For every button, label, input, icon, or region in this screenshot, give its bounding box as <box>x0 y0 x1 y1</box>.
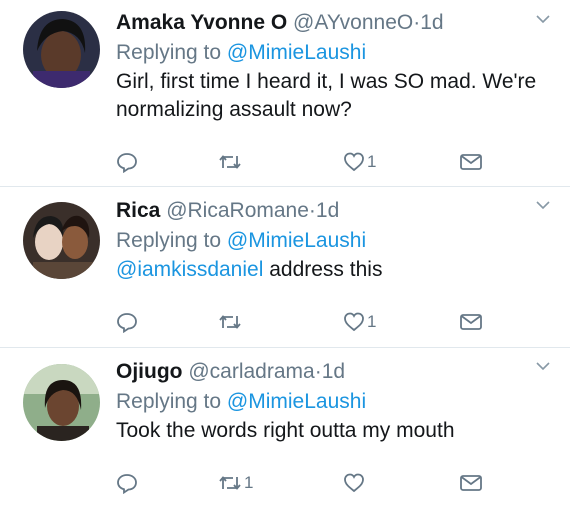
tweet-text: Took the words right outta my mouth <box>116 419 455 442</box>
tweet-header: Ojiugo @carladrama·1d <box>116 359 550 385</box>
like-count: 1 <box>367 152 377 171</box>
direct-message-icon <box>460 154 482 170</box>
tweet-actions: 1 <box>116 150 496 174</box>
avatar[interactable] <box>23 364 100 441</box>
retweet-button[interactable] <box>218 150 244 174</box>
reply-button[interactable] <box>116 310 138 334</box>
direct-message-icon <box>460 314 482 330</box>
tweet-actions: 1 <box>116 310 496 334</box>
retweet-button[interactable] <box>218 310 244 334</box>
tweet-time[interactable]: 1d <box>322 360 345 383</box>
reply-button[interactable] <box>116 471 138 495</box>
display-name[interactable]: Amaka Yvonne O <box>116 11 287 34</box>
reply-icon <box>117 474 137 494</box>
tweet[interactable]: Ojiugo @carladrama·1d Replying to @Mimie… <box>0 347 570 506</box>
replying-to-label: Replying to <box>116 390 222 413</box>
retweet-icon <box>219 315 241 329</box>
direct-message-button[interactable] <box>459 150 483 174</box>
avatar[interactable] <box>23 11 100 88</box>
like-icon <box>344 312 364 332</box>
tweet[interactable]: Amaka Yvonne O @AYvonneO·1d Replying to … <box>0 0 570 187</box>
like-button[interactable] <box>343 471 367 495</box>
direct-message-icon <box>460 475 482 491</box>
retweet-icon <box>219 476 241 490</box>
separator-dot: · <box>308 199 316 222</box>
tweet-header: Rica @RicaRomane·1d <box>116 198 550 224</box>
user-handle[interactable]: @carladrama <box>188 360 314 383</box>
reply-icon <box>117 313 137 333</box>
display-name[interactable]: Ojiugo <box>116 360 183 383</box>
reply-button[interactable] <box>116 150 138 174</box>
tweet[interactable]: Rica @RicaRomane·1d Replying to @MimieLa… <box>0 186 570 348</box>
replying-to-label: Replying to <box>116 229 222 252</box>
reply-feed: Amaka Yvonne O @AYvonneO·1d Replying to … <box>0 0 570 506</box>
retweet-count: 1 <box>244 473 254 492</box>
reply-icon <box>117 153 137 173</box>
tweet-text: address this <box>269 258 383 281</box>
tweet-time[interactable]: 1d <box>316 199 339 222</box>
display-name[interactable]: Rica <box>116 199 160 222</box>
tweet-text: Girl, first time I heard it, I was SO ma… <box>116 70 537 121</box>
replying-to-label: Replying to <box>116 41 222 64</box>
retweet-button[interactable]: 1 <box>218 471 253 495</box>
like-count: 1 <box>367 312 377 331</box>
replying-to-mention[interactable]: @MimieLaushi <box>227 41 366 64</box>
like-button[interactable]: 1 <box>343 150 376 174</box>
replying-to-mention[interactable]: @MimieLaushi <box>227 229 366 252</box>
avatar[interactable] <box>23 202 100 279</box>
tweet-time[interactable]: 1d <box>420 11 443 34</box>
retweet-icon <box>219 155 241 169</box>
tweet-text-line: @iamkissdaniel address this <box>116 256 550 284</box>
user-handle[interactable]: @AYvonneO <box>293 11 413 34</box>
user-handle[interactable]: @RicaRomane <box>166 199 309 222</box>
like-icon <box>344 152 364 172</box>
replying-to-line: Replying to @MimieLaushi <box>116 228 550 254</box>
like-button[interactable]: 1 <box>343 310 376 334</box>
replying-to-line: Replying to @MimieLaushi <box>116 40 550 66</box>
tweet-actions: 1 <box>116 471 496 495</box>
separator-dot: · <box>314 360 322 383</box>
like-icon <box>344 473 364 493</box>
replying-to-mention[interactable]: @MimieLaushi <box>227 390 366 413</box>
replying-to-line: Replying to @MimieLaushi <box>116 389 550 415</box>
direct-message-button[interactable] <box>459 471 483 495</box>
tweet-header: Amaka Yvonne O @AYvonneO·1d <box>116 10 550 36</box>
direct-message-button[interactable] <box>459 310 483 334</box>
text-mention[interactable]: @iamkissdaniel <box>116 258 263 281</box>
